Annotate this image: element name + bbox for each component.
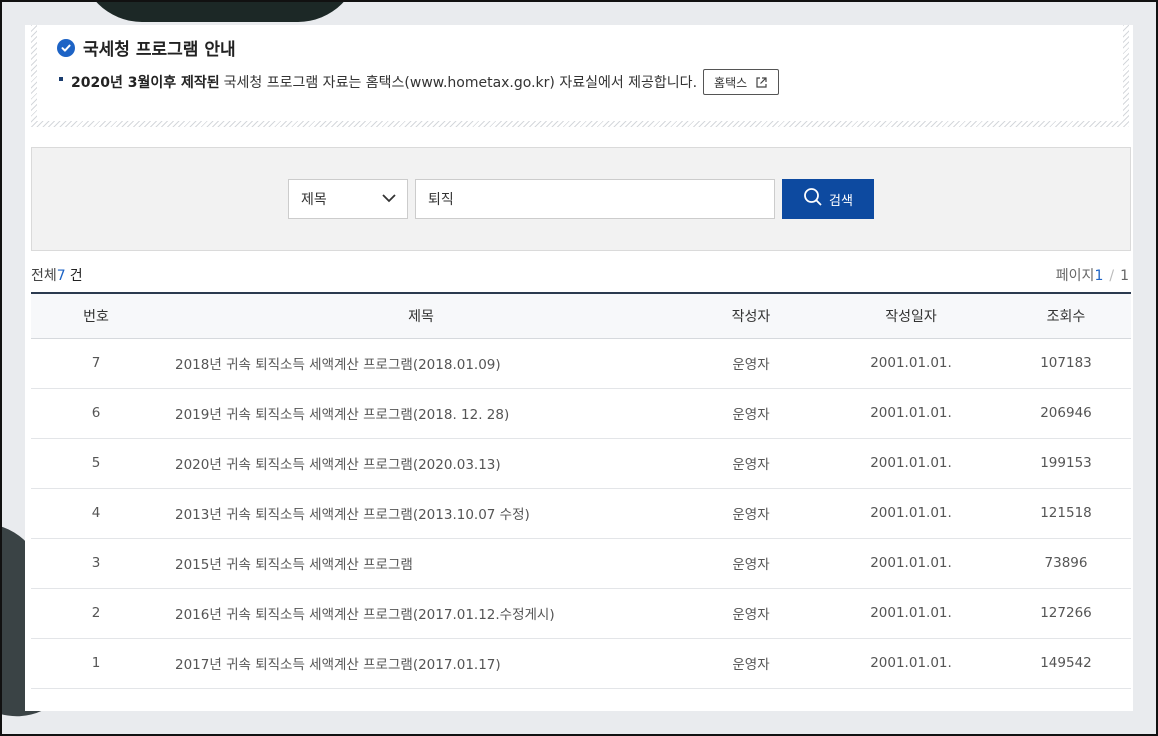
row-writer: 운영자 [681, 438, 821, 489]
notice-line-bold: 2020년 3월이후 제작된 [71, 75, 220, 91]
row-date: 2001.01.01. [821, 438, 1001, 489]
row-title-link[interactable]: 2017년 귀속 퇴직소득 세액계산 프로그램(2017.01.17) [161, 638, 681, 689]
search-field-selected: 제목 [301, 192, 327, 208]
notice-title-text: 국세청 프로그램 안내 [83, 40, 236, 60]
page-separator: / [1109, 268, 1115, 284]
row-writer: 운영자 [681, 488, 821, 539]
header-number: 번호 [31, 293, 161, 339]
row-number: 3 [31, 538, 161, 589]
check-circle-icon [57, 38, 75, 57]
page-indicator: 페이지1/1 [1056, 265, 1129, 285]
search-button[interactable]: 검색 [782, 179, 874, 219]
program-board-table: 번호 제목 작성자 작성일자 조회수 7 2018년 귀속 퇴직소득 세액계산 … [31, 292, 1131, 689]
row-title-link[interactable]: 2016년 귀속 퇴직소득 세액계산 프로그램(2017.01.12.수정게시) [161, 588, 681, 639]
row-number: 2 [31, 588, 161, 639]
background-decoration-top [80, 0, 360, 22]
row-number: 1 [31, 638, 161, 689]
search-button-label: 검색 [829, 193, 853, 209]
total-count: 전체7 건 [31, 265, 83, 285]
row-views: 149542 [1001, 638, 1131, 689]
row-number: 6 [31, 388, 161, 439]
row-writer: 운영자 [681, 588, 821, 639]
row-views: 121518 [1001, 488, 1131, 539]
table-row: 1 2017년 귀속 퇴직소득 세액계산 프로그램(2017.01.17) 운영… [31, 638, 1131, 689]
row-title-link[interactable]: 2015년 귀속 퇴직소득 세액계산 프로그램 [161, 538, 681, 589]
total-label: 전체 [31, 268, 57, 284]
notice-line: 2020년 3월이후 제작된 국세청 프로그램 자료는 홈택스(www.home… [59, 69, 780, 95]
row-writer: 운영자 [681, 538, 821, 589]
header-views: 조회수 [1001, 293, 1131, 339]
row-views: 107183 [1001, 338, 1131, 389]
row-date: 2001.01.01. [821, 338, 1001, 389]
chevron-down-icon [381, 191, 397, 207]
notice-title: 국세청 프로그램 안내 [57, 35, 236, 60]
row-title-link[interactable]: 2019년 귀속 퇴직소득 세액계산 프로그램(2018. 12. 28) [161, 388, 681, 439]
row-date: 2001.01.01. [821, 388, 1001, 439]
table-row: 4 2013년 귀속 퇴직소득 세액계산 프로그램(2013.10.07 수정)… [31, 488, 1131, 539]
total-pages: 1 [1120, 268, 1129, 284]
row-date: 2001.01.01. [821, 488, 1001, 539]
row-title-link[interactable]: 2018년 귀속 퇴직소득 세액계산 프로그램(2018.01.09) [161, 338, 681, 389]
row-number: 7 [31, 338, 161, 389]
hometax-link-button[interactable]: 홈택스 [703, 69, 780, 95]
table-row: 2 2016년 귀속 퇴직소득 세액계산 프로그램(2017.01.12.수정게… [31, 588, 1131, 639]
row-date: 2001.01.01. [821, 638, 1001, 689]
table-row: 5 2020년 귀속 퇴직소득 세액계산 프로그램(2020.03.13) 운영… [31, 438, 1131, 489]
row-views: 206946 [1001, 388, 1131, 439]
content-panel: 국세청 프로그램 안내 2020년 3월이후 제작된 국세청 프로그램 자료는 … [25, 25, 1133, 711]
row-title-link[interactable]: 2013년 귀속 퇴직소득 세액계산 프로그램(2013.10.07 수정) [161, 488, 681, 539]
row-title-link[interactable]: 2020년 귀속 퇴직소득 세액계산 프로그램(2020.03.13) [161, 438, 681, 489]
row-views: 73896 [1001, 538, 1131, 589]
table-row: 3 2015년 귀속 퇴직소득 세액계산 프로그램 운영자 2001.01.01… [31, 538, 1131, 589]
search-icon [803, 187, 829, 211]
search-area: 제목 검색 [31, 147, 1131, 251]
bullet-icon [59, 77, 63, 81]
program-notice-box: 국세청 프로그램 안내 2020년 3월이후 제작된 국세청 프로그램 자료는 … [31, 25, 1129, 127]
row-number: 5 [31, 438, 161, 489]
table-row: 7 2018년 귀속 퇴직소득 세액계산 프로그램(2018.01.09) 운영… [31, 338, 1131, 389]
header-writer: 작성자 [681, 293, 821, 339]
row-views: 199153 [1001, 438, 1131, 489]
row-date: 2001.01.01. [821, 588, 1001, 639]
table-row: 6 2019년 귀속 퇴직소득 세액계산 프로그램(2018. 12. 28) … [31, 388, 1131, 439]
row-writer: 운영자 [681, 638, 821, 689]
header-title: 제목 [161, 293, 681, 339]
row-writer: 운영자 [681, 388, 821, 439]
header-date: 작성일자 [821, 293, 1001, 339]
page-label: 페이지 [1055, 268, 1095, 284]
external-link-icon [755, 76, 768, 89]
search-input[interactable] [415, 179, 775, 219]
notice-line-text: 국세청 프로그램 자료는 홈택스(www.hometax.go.kr) 자료실에… [223, 75, 698, 91]
row-number: 4 [31, 488, 161, 539]
row-date: 2001.01.01. [821, 538, 1001, 589]
hometax-button-label: 홈택스 [714, 75, 748, 90]
row-views: 127266 [1001, 588, 1131, 639]
table-header-row: 번호 제목 작성자 작성일자 조회수 [31, 293, 1131, 339]
total-number: 7 [56, 268, 66, 284]
row-writer: 운영자 [681, 338, 821, 389]
search-field-select[interactable]: 제목 [288, 179, 408, 219]
current-page: 1 [1094, 268, 1104, 284]
total-unit: 건 [69, 268, 83, 284]
